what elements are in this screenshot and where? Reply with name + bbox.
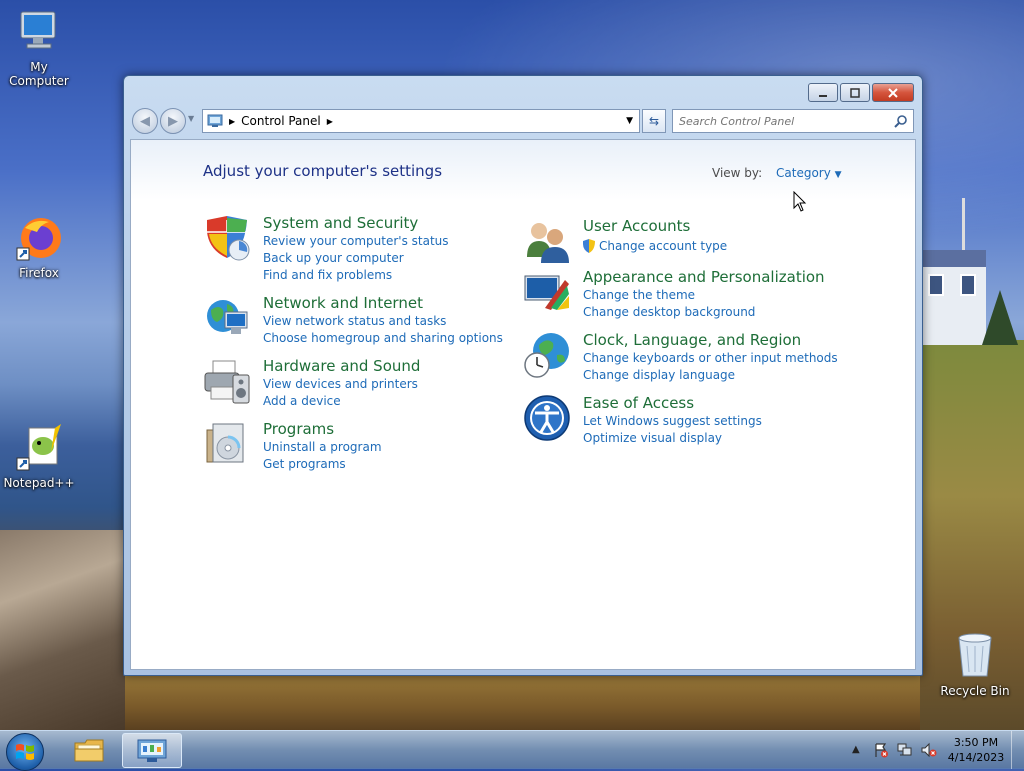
clock-time: 3:50 PM <box>953 736 999 749</box>
notepadpp-icon <box>15 424 63 472</box>
wallpaper-shore <box>125 672 925 730</box>
folder-icon <box>74 739 104 761</box>
breadcrumb-separator-icon: ▶ <box>229 116 236 126</box>
category-title[interactable]: Hardware and Sound <box>263 357 420 375</box>
appearance-icon <box>524 275 569 310</box>
network-globe-icon <box>207 300 248 334</box>
link-find-fix-problems[interactable]: Find and fix problems <box>263 268 392 282</box>
wallpaper-house <box>922 250 986 345</box>
category-title[interactable]: Ease of Access <box>583 394 694 412</box>
refresh-icon: ⇆ <box>648 114 660 128</box>
programs-icon <box>206 423 244 463</box>
window-controls <box>808 83 914 102</box>
control-panel-content: Adjust your computer's settings View by:… <box>130 139 916 670</box>
network-icon[interactable] <box>897 742 913 758</box>
minimize-icon <box>819 94 827 97</box>
back-arrow-icon: ◀ <box>140 113 150 129</box>
recent-pages-dropdown[interactable]: ▼ <box>188 114 194 123</box>
address-history-dropdown[interactable]: ▼ <box>626 116 633 126</box>
desktop-icon-label: Notepad++ <box>3 476 75 490</box>
link-suggest-settings[interactable]: Let Windows suggest settings <box>583 414 762 428</box>
link-add-device[interactable]: Add a device <box>263 394 341 408</box>
view-by: View by: Category ▼ <box>712 166 842 180</box>
view-by-label: View by: <box>712 166 763 180</box>
back-button[interactable]: ◀ <box>132 108 158 134</box>
category-title[interactable]: Appearance and Personalization <box>583 268 825 286</box>
show-desktop-button[interactable] <box>1011 731 1024 769</box>
breadcrumb-control-panel[interactable]: Control Panel <box>241 114 321 128</box>
system-tray: ▲ 3:50 PM 4/14/2023 <box>845 731 1024 769</box>
uac-shield-icon <box>583 239 595 253</box>
forward-arrow-icon: ▶ <box>168 113 178 129</box>
volume-muted-icon[interactable] <box>921 742 937 758</box>
desktop-icon-label: Firefox <box>19 266 59 280</box>
control-panel-icon <box>137 739 167 762</box>
maximize-icon <box>850 87 860 98</box>
clock-date: 4/14/2023 <box>947 751 1005 764</box>
category-title[interactable]: System and Security <box>263 214 418 232</box>
view-by-dropdown[interactable]: Category ▼ <box>776 166 842 180</box>
recycle-bin-icon <box>955 632 995 680</box>
address-bar-row: ◀ ▶ ▼ ▶ Control Panel ▶ ▼ ⇆ <box>132 108 914 134</box>
desktop-icon-firefox[interactable]: Firefox <box>0 214 78 280</box>
desktop-icon-label: My Computer <box>9 60 69 88</box>
clock[interactable]: 3:50 PM 4/14/2023 <box>941 735 1011 765</box>
desktop-icon-recycle-bin[interactable]: Recycle Bin <box>936 632 1014 698</box>
link-optimize-display[interactable]: Optimize visual display <box>583 431 722 445</box>
forward-button[interactable]: ▶ <box>160 108 186 134</box>
link-get-programs[interactable]: Get programs <box>263 457 346 471</box>
firefox-icon <box>15 214 63 262</box>
address-bar[interactable]: ▶ Control Panel ▶ ▼ <box>202 109 640 133</box>
refresh-button[interactable]: ⇆ <box>642 109 666 133</box>
wallpaper-tree <box>982 290 1018 345</box>
search-box <box>672 109 914 133</box>
control-panel-icon <box>207 114 223 127</box>
link-homegroup-sharing[interactable]: Choose homegroup and sharing options <box>263 331 503 345</box>
link-uninstall-program[interactable]: Uninstall a program <box>263 440 382 454</box>
taskbar-control-panel-button[interactable] <box>122 733 182 768</box>
ease-of-access-icon <box>524 395 570 441</box>
desktop-icon-label: Recycle Bin <box>940 684 1010 698</box>
printer-icon <box>204 360 250 404</box>
chevron-up-icon: ▲ <box>852 744 860 755</box>
search-icon[interactable] <box>894 114 908 128</box>
users-icon <box>527 223 569 263</box>
desktop-icon-my-computer[interactable]: My Computer <box>0 8 78 88</box>
search-input[interactable] <box>673 114 894 128</box>
computer-icon <box>15 8 63 56</box>
taskbar: ▲ 3:50 PM 4/14/2023 <box>0 730 1024 771</box>
link-change-account-type[interactable]: Change account type <box>599 239 727 253</box>
link-devices-printers[interactable]: View devices and printers <box>263 377 418 391</box>
action-center-icon[interactable] <box>873 742 889 758</box>
category-title[interactable]: Programs <box>263 420 334 438</box>
category-title[interactable]: Clock, Language, and Region <box>583 331 801 349</box>
minimize-button[interactable] <box>808 83 838 102</box>
clock-globe-icon <box>524 333 569 378</box>
wallpaper-rocks <box>0 530 125 730</box>
shield-icon <box>207 216 250 261</box>
close-icon <box>888 87 898 98</box>
show-hidden-icons-button[interactable]: ▲ <box>849 742 865 758</box>
link-network-status[interactable]: View network status and tasks <box>263 314 446 328</box>
link-display-language[interactable]: Change display language <box>583 368 735 382</box>
dropdown-arrow-icon: ▼ <box>834 170 842 180</box>
link-review-status[interactable]: Review your computer's status <box>263 234 449 248</box>
mouse-cursor-icon <box>793 191 807 212</box>
taskbar-explorer-button[interactable] <box>60 733 118 766</box>
link-change-theme[interactable]: Change the theme <box>583 288 695 302</box>
control-panel-window: ◀ ▶ ▼ ▶ Control Panel ▶ ▼ ⇆ Search Contr… <box>123 75 923 676</box>
breadcrumb-separator-icon[interactable]: ▶ <box>327 117 333 126</box>
link-desktop-background[interactable]: Change desktop background <box>583 305 755 319</box>
link-back-up[interactable]: Back up your computer <box>263 251 404 265</box>
close-button[interactable] <box>872 83 914 102</box>
category-title[interactable]: Network and Internet <box>263 294 423 312</box>
desktop-icon-notepadpp[interactable]: Notepad++ <box>0 424 78 490</box>
link-change-keyboards[interactable]: Change keyboards or other input methods <box>583 351 838 365</box>
maximize-button[interactable] <box>840 83 870 102</box>
page-title: Adjust your computer's settings <box>203 162 443 180</box>
windows-logo-icon <box>16 744 34 760</box>
start-button[interactable] <box>6 733 44 771</box>
category-title[interactable]: User Accounts <box>583 217 690 235</box>
